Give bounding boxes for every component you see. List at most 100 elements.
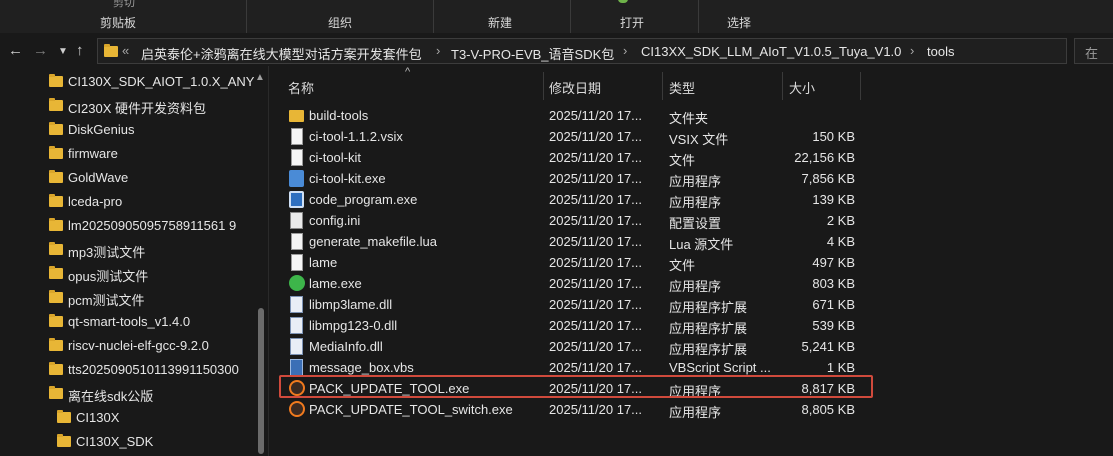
nav-item[interactable]: GoldWave [0,166,254,190]
nav-item[interactable]: CI230X 硬件开发资料包 [0,94,254,118]
file-name: MediaInfo.dll [309,339,383,354]
nav-item[interactable]: lceda-pro [0,190,254,214]
cut-label-clipped[interactable]: 剪切 [113,0,135,10]
ribbon-separator [246,0,247,33]
document-icon [291,254,303,271]
address-bar[interactable]: « 启英泰伦+涂鸦离在线大模型对话方案开发套件包 › T3-V-PRO-EVB_… [97,38,1067,64]
column-divider[interactable] [782,72,783,100]
file-name: PACK_UPDATE_TOOL_switch.exe [309,402,513,417]
file-row[interactable]: MediaInfo.dll 2025/11/20 17... 应用程序扩展 5,241… [279,336,879,357]
file-date: 2025/11/20 17... [549,297,643,312]
folder-icon [49,266,63,279]
pane-divider[interactable] [268,66,269,456]
nav-item[interactable]: 离在线sdk公版 [0,382,254,406]
file-name: generate_makefile.lua [309,234,437,249]
file-name: ci-tool-1.1.2.vsix [309,129,403,144]
python-exe-icon [289,170,304,187]
dll-icon [290,317,303,334]
nav-scrollbar-thumb[interactable] [258,308,264,454]
nav-item[interactable]: tts2025090510113991150300 [0,358,254,382]
breadcrumb-chevron-icon[interactable]: › [623,43,627,58]
file-name: ci-tool-kit [309,150,362,165]
nav-item[interactable]: qt-smart-tools_v1.4.0 [0,310,254,334]
file-row[interactable]: ci-tool-kit 2025/11/20 17... 文件 22,156 KB [279,147,879,168]
folder-icon [57,434,71,447]
file-row[interactable]: lame.exe 2025/11/20 17... 应用程序 803 KB [279,273,879,294]
scroll-up-icon[interactable]: ▲ [255,72,265,83]
file-row[interactable]: ci-tool-kit.exe 2025/11/20 17... 应用程序 7,856… [279,168,879,189]
nav-item[interactable]: pcm测试文件 [0,286,254,310]
file-row[interactable]: libmp3lame.dll 2025/11/20 17... 应用程序扩展 671 … [279,294,879,315]
file-name: code_program.exe [309,192,418,207]
nav-item[interactable]: lm20250905095758911561 9 [0,214,254,238]
file-row[interactable]: libmpg123-0.dll 2025/11/20 17... 应用程序扩展 539… [279,315,879,336]
ribbon-separator [570,0,571,33]
file-type: 应用程序 [669,174,722,189]
file-name: lame [309,255,338,270]
file-type: 应用程序 [669,405,722,420]
file-size: 7,856 KB [801,171,856,186]
column-header-date[interactable]: 修改日期 [549,78,601,97]
breadcrumb-root[interactable]: 启英泰伦+涂鸦离在线大模型对话方案开发套件包 [141,44,422,63]
column-header-type[interactable]: 类型 [669,78,695,97]
recent-chevron-icon[interactable]: ▼ [58,46,68,57]
forward-arrow-icon[interactable]: → [33,42,48,59]
nav-item[interactable]: CI130X_SDK [0,430,254,454]
file-type: Lua 源文件 [669,237,734,252]
file-row[interactable]: ci-tool-1.1.2.vsix 2025/11/20 17... VSIX 文… [279,126,879,147]
ribbon-group-new: 新建 [488,16,513,30]
file-date: 2025/11/20 17... [549,276,643,291]
nav-item[interactable]: CI130X [0,406,254,430]
breadcrumb-sdk-version[interactable]: CI13XX_SDK_LLM_AIoT_V1.0.5_Tuya_V1.0 [641,44,901,59]
open-hint-icon [618,0,628,3]
file-date: 2025/11/20 17... [549,108,643,123]
pack-tool-icon [289,401,305,417]
file-row[interactable]: build-tools 2025/11/20 17... 文件夹 [279,105,879,126]
column-divider[interactable] [662,72,663,100]
file-row[interactable]: generate_makefile.lua 2025/11/20 17... Lua… [279,231,879,252]
file-row[interactable]: config.ini 2025/11/20 17... 配置设置 2 KB [279,210,879,231]
nav-item-label: CI130X_SDK_AIOT_1.0.X_ANY [68,74,255,89]
file-name: config.ini [309,213,361,228]
ribbon-group-select: 选择 [727,16,752,30]
column-header-name[interactable]: 名称 [288,78,314,97]
config-file-icon [290,212,303,229]
breadcrumb-tools[interactable]: tools [927,44,954,59]
nav-item[interactable]: firmware [0,142,254,166]
ribbon-group-open: 打开 [620,16,645,30]
breadcrumb-chevron-icon[interactable]: › [436,43,440,58]
folder-icon [289,110,304,122]
nav-item[interactable]: CI130X_SDK_AIOT_1.0.X_ANY [0,70,254,94]
file-type: 文件 [669,258,696,273]
overflow-chevron-icon[interactable]: « [122,43,129,58]
file-row[interactable]: code_program.exe 2025/11/20 17... 应用程序 139 … [279,189,879,210]
folder-icon [49,242,63,255]
nav-item-label: tts2025090510113991150300 [68,362,239,377]
back-arrow-icon[interactable]: ← [8,42,23,59]
document-icon [291,149,303,166]
nav-item-label: pcm测试文件 [68,293,145,308]
column-divider[interactable] [543,72,544,100]
column-header-size[interactable]: 大小 [789,78,815,97]
ribbon-separator [433,0,434,33]
nav-item-label: lm20250905095758911561 9 [68,218,237,233]
breadcrumb-sdk-pack[interactable]: T3-V-PRO-EVB_语音SDK包 [451,44,614,63]
file-date: 2025/11/20 17... [549,339,643,354]
up-arrow-icon[interactable]: ↑ [76,42,84,59]
nav-item[interactable]: mp3测试文件 [0,238,254,262]
column-divider[interactable] [860,72,861,100]
breadcrumb-chevron-icon[interactable]: › [910,43,914,58]
file-size: 5,241 KB [801,339,856,354]
file-size: 2 KB [826,213,855,228]
file-row[interactable]: PACK_UPDATE_TOOL_switch.exe 2025/11/20 17… [279,399,879,420]
file-row[interactable]: lame 2025/11/20 17... 文件 497 KB [279,252,879,273]
nav-item[interactable]: DiskGenius [0,118,254,142]
file-size: 150 KB [812,129,855,144]
folder-icon [49,386,63,399]
folder-icon [49,314,63,327]
nav-item[interactable]: riscv-nuclei-elf-gcc-9.2.0 [0,334,254,358]
file-type: 应用程序 [669,195,722,210]
file-type: 应用程序扩展 [669,321,748,336]
file-type: VSIX 文件 [669,132,729,147]
nav-item[interactable]: opus测试文件 [0,262,254,286]
